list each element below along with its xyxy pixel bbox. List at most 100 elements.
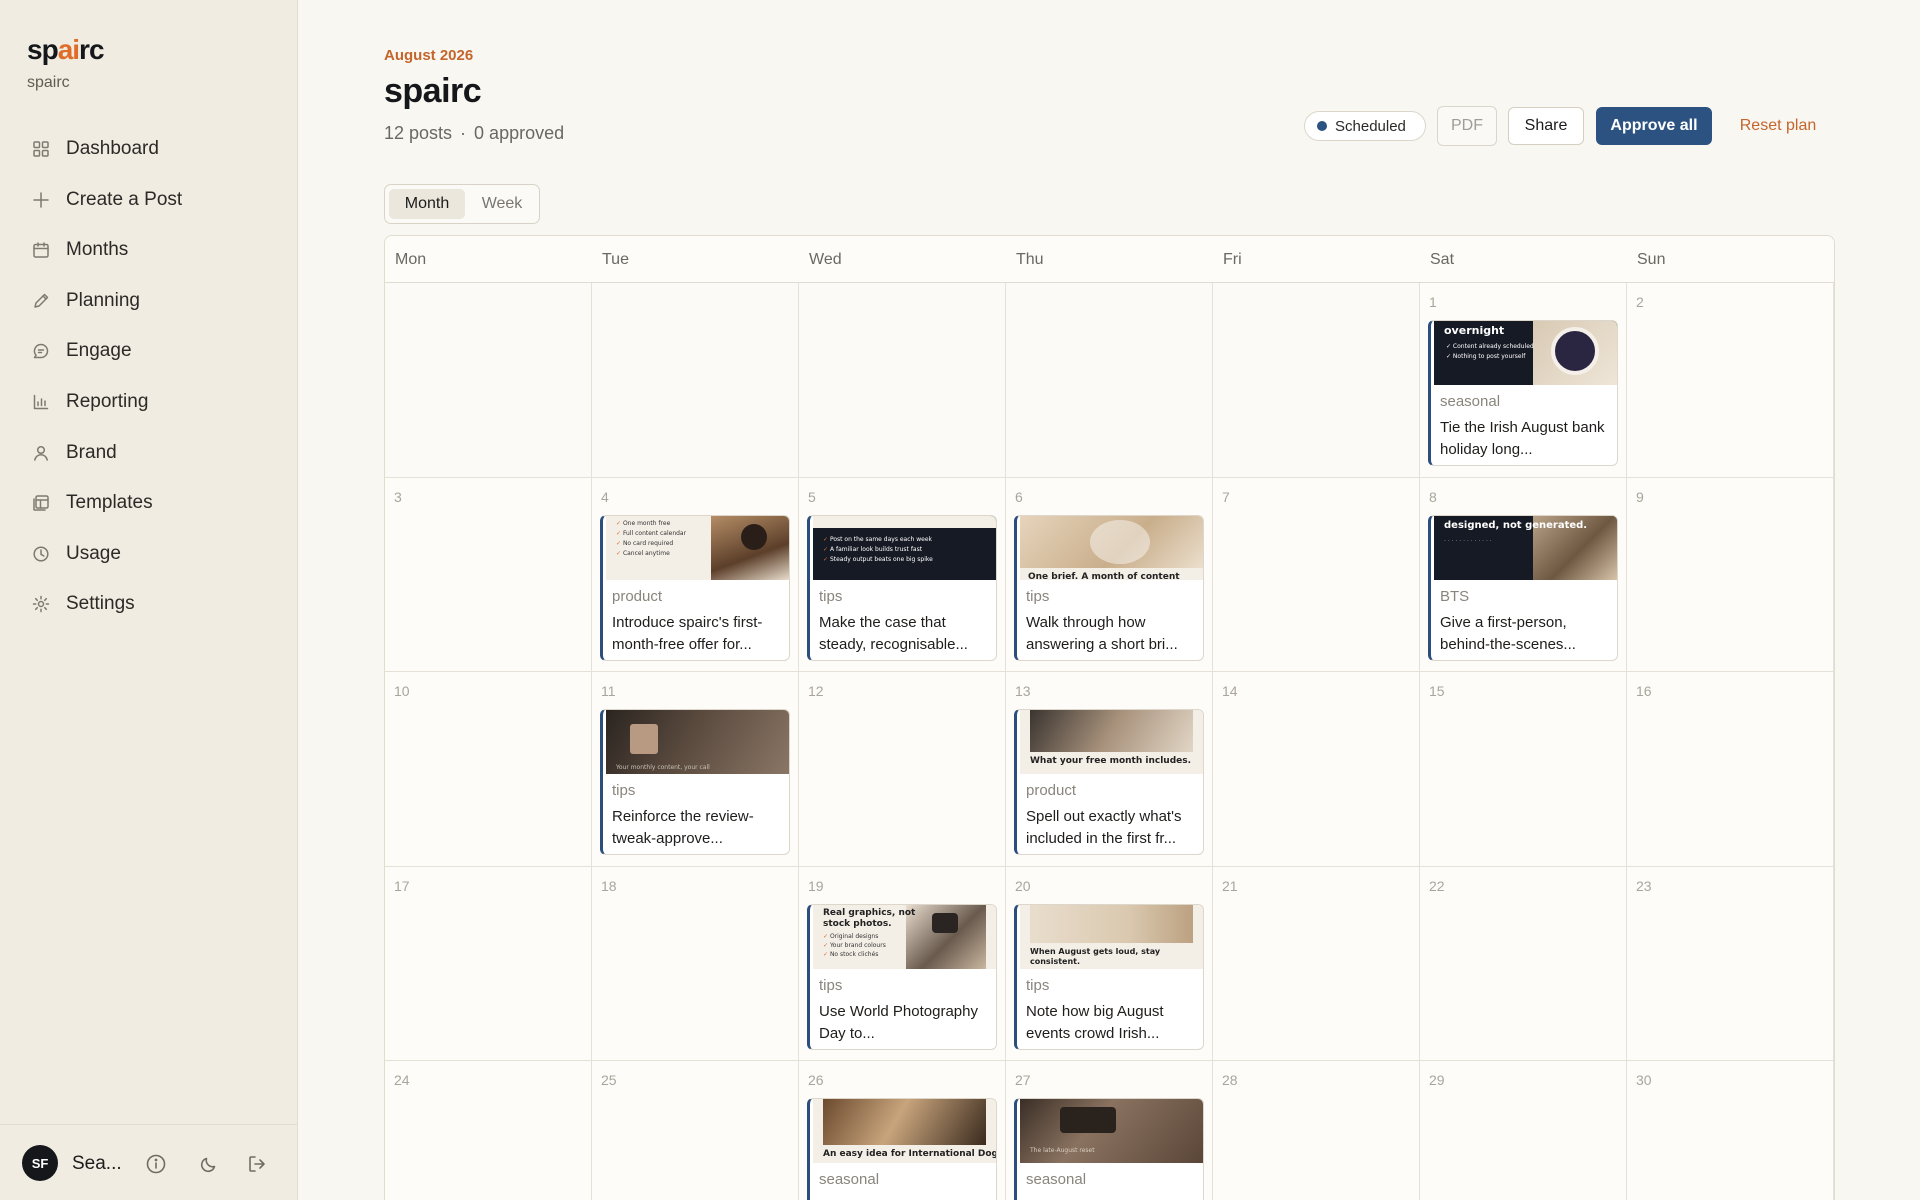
calendar-day-29[interactable]: 29 bbox=[1420, 1061, 1627, 1200]
gear-icon bbox=[32, 596, 50, 613]
moon-icon bbox=[200, 1157, 216, 1173]
share-button[interactable]: Share bbox=[1508, 107, 1584, 145]
calendar-day-20[interactable]: 20 When August gets loud, stay consisten… bbox=[1006, 866, 1213, 1061]
post-category: seasonal bbox=[1026, 1171, 1087, 1188]
sidebar-item-label: Months bbox=[66, 239, 129, 261]
calendar-day-18[interactable]: 18 bbox=[592, 866, 799, 1061]
day-number: 16 bbox=[1636, 683, 1652, 699]
calendar-day-27[interactable]: 27 The late-August reset seasonal bbox=[1006, 1061, 1213, 1200]
calendar-day-5[interactable]: 5 ✓ Post on the same days each week ✓ A f… bbox=[799, 477, 1006, 672]
calendar-day-17[interactable]: 17 bbox=[385, 866, 592, 1061]
posts-count: 12 posts bbox=[384, 123, 453, 143]
day-number: 6 bbox=[1015, 488, 1023, 505]
bar-chart-icon bbox=[33, 394, 49, 410]
calendar-day-12[interactable]: 12 bbox=[799, 672, 1006, 867]
calendar-day-6[interactable]: 6 One brief. A month of content tips Walk … bbox=[1006, 477, 1213, 672]
sidebar-item-create-post[interactable]: Create a Post bbox=[20, 175, 280, 225]
grid-icon bbox=[33, 141, 49, 157]
calendar-day-7[interactable]: 7 bbox=[1213, 477, 1420, 672]
calendar-day-26[interactable]: 26 An easy idea for International Dog sea… bbox=[799, 1061, 1006, 1200]
post-category: product bbox=[612, 587, 663, 605]
weekday-fri: Fri bbox=[1223, 250, 1242, 268]
post-card[interactable]: ✓ Post on the same days each week ✓ A fam… bbox=[807, 514, 997, 661]
day-number: 29 bbox=[1429, 1072, 1445, 1088]
post-card[interactable]: What your free month includes. product Spe… bbox=[1014, 709, 1204, 855]
calendar-day-9[interactable]: 9 bbox=[1627, 477, 1834, 672]
calendar-day-19[interactable]: 19 Real graphics, not stock photos. ✓ Or… bbox=[799, 866, 1006, 1061]
sidebar-item-reporting[interactable]: Reporting bbox=[20, 377, 280, 427]
workspace-name: spairc bbox=[27, 74, 70, 91]
dark-mode-button[interactable] bbox=[198, 1153, 220, 1175]
sidebar-item-usage[interactable]: Usage bbox=[20, 529, 280, 579]
post-card[interactable]: Real graphics, not stock photos. ✓ Origi… bbox=[807, 903, 997, 1050]
calendar-day-23[interactable]: 23 bbox=[1627, 866, 1834, 1061]
calendar-day-28[interactable]: 28 bbox=[1213, 1061, 1420, 1200]
calendar-day-30[interactable]: 30 bbox=[1627, 1061, 1834, 1200]
calendar-day-14[interactable]: 14 bbox=[1213, 672, 1420, 867]
post-thumbnail: What your free month includes. bbox=[1020, 710, 1203, 774]
calendar-cell-empty bbox=[385, 283, 592, 478]
logout-button[interactable] bbox=[246, 1153, 268, 1175]
plus-icon bbox=[33, 191, 49, 208]
sidebar-item-settings[interactable]: Settings bbox=[20, 579, 280, 629]
sidebar-item-label: Create a Post bbox=[66, 188, 183, 210]
post-card[interactable]: An easy idea for International Dog season… bbox=[807, 1098, 997, 1200]
post-summary: Walk through how answering a short bri..… bbox=[1026, 613, 1178, 653]
post-category: product bbox=[1026, 782, 1077, 799]
status-badge[interactable]: Scheduled bbox=[1304, 111, 1426, 141]
reset-plan-button[interactable]: Reset plan bbox=[1728, 107, 1828, 145]
day-number: 17 bbox=[394, 877, 410, 894]
post-thumbnail: ✓ Post on the same days each week ✓ A fam… bbox=[813, 515, 996, 580]
user-name[interactable]: Sea... bbox=[72, 1153, 122, 1175]
post-card[interactable]: designed, not generated. · · · · · · · ·… bbox=[1428, 514, 1618, 661]
post-card[interactable]: One brief. A month of content tips Walk th… bbox=[1014, 514, 1204, 661]
view-month-button[interactable]: Month bbox=[389, 189, 465, 219]
calendar-day-22[interactable]: 22 bbox=[1420, 866, 1627, 1061]
calendar-day-3[interactable]: 3 bbox=[385, 477, 592, 672]
day-number: 7 bbox=[1222, 488, 1230, 505]
sidebar-item-label: Settings bbox=[66, 593, 135, 615]
post-card[interactable]: The late-August reset seasonal bbox=[1014, 1098, 1204, 1200]
sidebar-item-label: Planning bbox=[66, 289, 140, 311]
info-button[interactable] bbox=[145, 1153, 167, 1175]
view-week-button[interactable]: Week bbox=[469, 189, 535, 219]
day-number: 23 bbox=[1636, 877, 1652, 894]
calendar-day-10[interactable]: 10 bbox=[385, 672, 592, 867]
post-thumbnail: Real graphics, not stock photos. ✓ Origi… bbox=[813, 904, 996, 969]
sidebar-item-months[interactable]: Months bbox=[20, 225, 280, 275]
calendar-day-2[interactable]: 2 bbox=[1627, 283, 1834, 478]
avatar[interactable]: SF bbox=[22, 1145, 58, 1181]
pdf-button[interactable]: PDF bbox=[1437, 106, 1497, 146]
calendar-day-13[interactable]: 13 What your free month includes. product… bbox=[1006, 672, 1213, 867]
calendar-day-4[interactable]: 4 ✓ One month free ✓ Full content calenda… bbox=[592, 477, 799, 672]
post-card[interactable]: ✓ One month free ✓ Full content calendar ✓… bbox=[600, 514, 790, 661]
day-number: 21 bbox=[1222, 877, 1238, 894]
day-number: 28 bbox=[1222, 1072, 1238, 1088]
sidebar-item-label: Dashboard bbox=[66, 138, 159, 159]
sidebar-item-brand[interactable]: Brand bbox=[20, 428, 280, 478]
page-title: spairc bbox=[384, 72, 482, 110]
sidebar-item-templates[interactable]: Templates bbox=[20, 478, 280, 528]
calendar-day-21[interactable]: 21 bbox=[1213, 866, 1420, 1061]
approve-all-button[interactable]: Approve all bbox=[1596, 107, 1712, 145]
logout-icon bbox=[249, 1156, 265, 1172]
calendar-day-24[interactable]: 24 bbox=[385, 1061, 592, 1200]
calendar-day-11[interactable]: 11 Your monthly content, your call tips Re… bbox=[592, 672, 799, 867]
logo[interactable]: spairc bbox=[27, 34, 105, 66]
post-card[interactable]: When August gets loud, stay consistent. t… bbox=[1014, 903, 1204, 1050]
sidebar-item-planning[interactable]: Planning bbox=[20, 276, 280, 326]
post-thumbnail: The late-August reset bbox=[1020, 1099, 1203, 1163]
day-number: 13 bbox=[1015, 683, 1031, 699]
post-card[interactable]: overnight ✓ Content already scheduled ✓ … bbox=[1428, 320, 1618, 466]
calendar-day-15[interactable]: 15 bbox=[1420, 672, 1627, 867]
day-number: 8 bbox=[1429, 488, 1437, 505]
day-number: 12 bbox=[808, 683, 824, 699]
calendar-day-1[interactable]: 1 overnight ✓ Content already scheduled … bbox=[1420, 283, 1627, 478]
post-card[interactable]: Your monthly content, your call tips Reinf… bbox=[600, 709, 790, 855]
calendar-day-16[interactable]: 16 bbox=[1627, 672, 1834, 867]
sidebar-item-dashboard[interactable]: Dashboard bbox=[20, 124, 280, 174]
calendar-day-8[interactable]: 8 designed, not generated. · · · · · · ·… bbox=[1420, 477, 1627, 672]
sidebar-item-engage[interactable]: Engage bbox=[20, 326, 280, 376]
day-number: 24 bbox=[394, 1072, 410, 1088]
calendar-day-25[interactable]: 25 bbox=[592, 1061, 799, 1200]
